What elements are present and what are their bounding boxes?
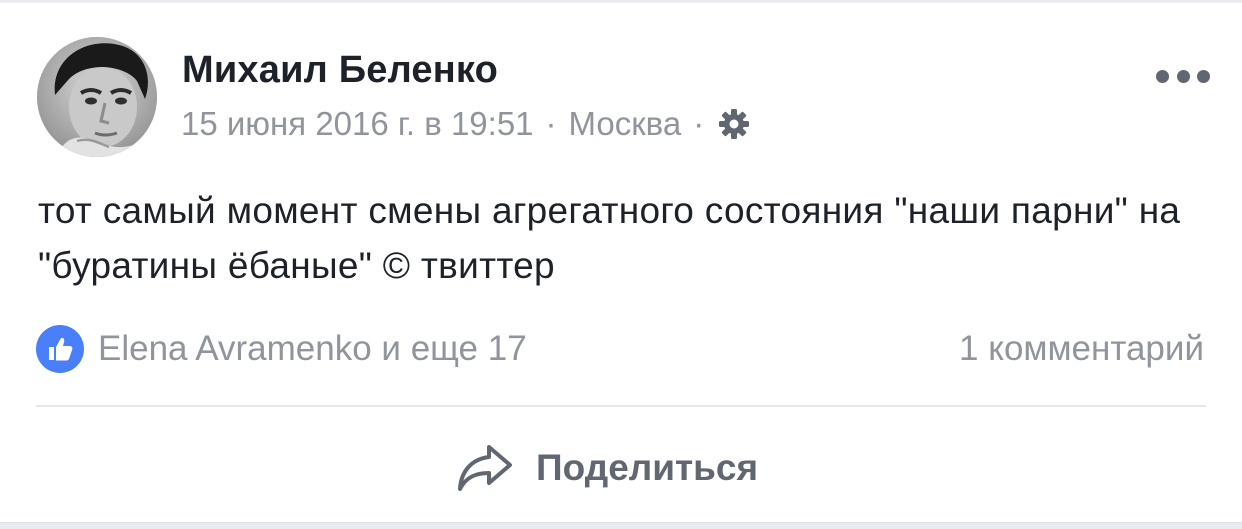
reactions-label: Elena Avramenko и еще 17 — [98, 329, 527, 368]
facebook-post-card: Михаил Беленко 15 июня 2016 г. в 19:51 ·… — [0, 0, 1242, 523]
post-location[interactable]: Москва — [569, 105, 682, 143]
gear-icon[interactable] — [718, 108, 750, 140]
share-button[interactable]: Поделиться — [456, 438, 758, 498]
like-icon — [36, 325, 84, 373]
author-avatar[interactable] — [37, 37, 157, 157]
avatar-photo — [37, 37, 157, 157]
comments-count[interactable]: 1 комментарий — [959, 325, 1204, 373]
author-name[interactable]: Михаил Беленко — [182, 49, 498, 92]
share-label: Поделиться — [536, 447, 759, 488]
reactions-summary[interactable]: Elena Avramenko и еще 17 — [36, 325, 527, 373]
more-dot — [1176, 69, 1190, 83]
more-dot — [1156, 69, 1169, 83]
post-date[interactable]: 15 июня 2016 г. в 19:51 — [181, 105, 534, 143]
meta-separator: · — [545, 105, 557, 142]
top-separator — [0, 0, 1242, 3]
meta-separator: · — [693, 105, 705, 142]
more-dots-icon[interactable] — [1156, 64, 1210, 88]
post-text: тот самый момент смены агрегатного состо… — [38, 190, 1181, 286]
post-meta: 15 июня 2016 г. в 19:51 · Москва · — [181, 104, 750, 144]
more-dot — [1197, 69, 1210, 83]
divider — [36, 405, 1206, 407]
share-arrow-icon — [456, 443, 514, 493]
